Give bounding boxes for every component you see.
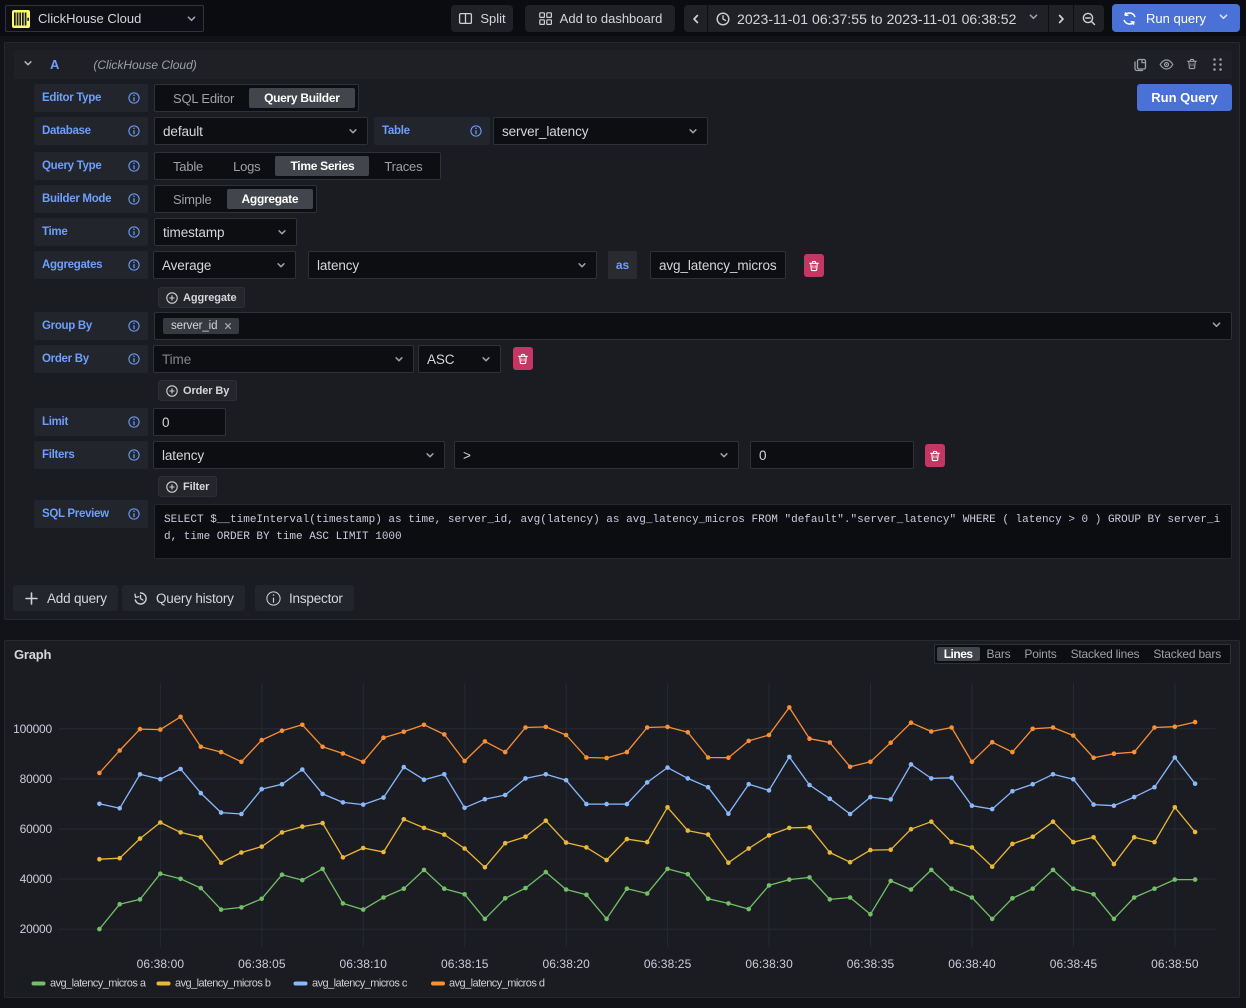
svg-text:40000: 40000	[20, 872, 53, 886]
svg-text:avg_latency_micros a: avg_latency_micros a	[50, 978, 147, 990]
svg-text:100000: 100000	[13, 722, 52, 736]
svg-text:06:38:15: 06:38:15	[441, 957, 489, 971]
svg-text:06:38:25: 06:38:25	[644, 957, 692, 971]
svg-text:06:38:10: 06:38:10	[340, 957, 388, 971]
svg-text:avg_latency_micros c: avg_latency_micros c	[312, 978, 408, 990]
svg-text:06:38:00: 06:38:00	[137, 957, 185, 971]
svg-text:06:38:45: 06:38:45	[1050, 957, 1098, 971]
svg-text:06:38:35: 06:38:35	[847, 957, 895, 971]
svg-text:06:38:50: 06:38:50	[1151, 957, 1199, 971]
svg-text:avg_latency_micros b: avg_latency_micros b	[175, 978, 271, 990]
svg-text:20000: 20000	[20, 922, 53, 936]
svg-text:80000: 80000	[20, 772, 53, 786]
svg-text:06:38:20: 06:38:20	[542, 957, 590, 971]
svg-text:06:38:40: 06:38:40	[948, 957, 996, 971]
svg-text:06:38:30: 06:38:30	[745, 957, 793, 971]
svg-text:06:38:05: 06:38:05	[238, 957, 286, 971]
svg-text:60000: 60000	[20, 822, 53, 836]
svg-text:avg_latency_micros d: avg_latency_micros d	[449, 978, 545, 990]
